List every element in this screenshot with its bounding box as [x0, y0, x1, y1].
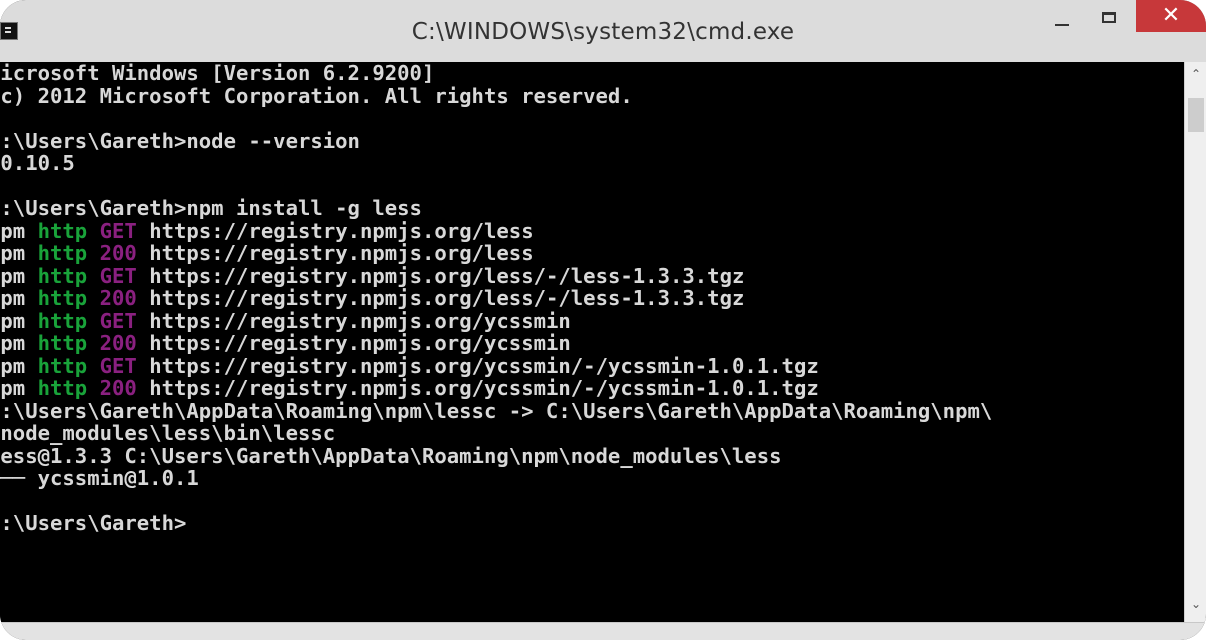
console-output[interactable]: Microsoft Windows [Version 6.2.9200] (c) …: [0, 62, 1184, 622]
http-tag: http: [37, 263, 88, 288]
request-url: https://registry.npmjs.org/ycssmin: [149, 331, 571, 355]
vertical-scrollbar[interactable]: ⌃ ⌄: [1184, 62, 1206, 622]
console-line: npm http GET https://registry.npmjs.org/…: [0, 355, 819, 377]
window-title: C:\WINDOWS\system32\cmd.exe: [411, 19, 795, 45]
scrollbar-thumb[interactable]: [1188, 98, 1204, 132]
chevron-up-icon[interactable]: ⌃: [1190, 68, 1202, 80]
npm-prefix: npm: [0, 376, 26, 400]
http-tag: http: [37, 376, 88, 400]
console-line: npm http 200 https://registry.npmjs.org/…: [0, 332, 571, 354]
http-tag: http: [37, 308, 88, 333]
request-url: https://registry.npmjs.org/ycssmin/-/ycs…: [149, 376, 819, 400]
http-verb: GET: [99, 308, 137, 333]
chevron-down-icon[interactable]: ⌄: [1190, 598, 1202, 610]
console-line: C:\Users\Gareth\AppData\Roaming\npm\less…: [0, 398, 993, 423]
http-verb: 200: [99, 331, 137, 355]
npm-prefix: npm: [0, 263, 26, 288]
console-line: Microsoft Windows [Version 6.2.9200]: [0, 62, 435, 85]
http-verb: GET: [99, 353, 137, 378]
http-tag: http: [37, 353, 88, 378]
request-url: https://registry.npmjs.org/less: [149, 241, 534, 265]
maximize-button[interactable]: [1088, 0, 1132, 32]
npm-prefix: npm: [0, 331, 26, 355]
request-url: https://registry.npmjs.org/ycssmin/-/ycs…: [149, 353, 819, 378]
http-tag: http: [37, 218, 88, 243]
npm-prefix: npm: [0, 353, 26, 378]
http-verb: 200: [99, 376, 137, 400]
console-line: C:\Users\Gareth>npm install -g less: [0, 196, 422, 220]
request-url: https://registry.npmjs.org/less: [149, 218, 534, 243]
console-line: C:\Users\Gareth>node --version: [0, 128, 360, 153]
http-tag: http: [37, 331, 88, 355]
title-bar[interactable]: C:\WINDOWS\system32\cmd.exe ✕: [0, 0, 1206, 63]
cmd-window: C:\WINDOWS\system32\cmd.exe ✕ Microsoft …: [0, 0, 1206, 640]
console-line: \node_modules\less\bin\lessc: [0, 421, 336, 445]
console-line: (c) 2012 Microsoft Corporation. All righ…: [0, 83, 633, 108]
console-line: npm http 200 https://registry.npmjs.org/…: [0, 242, 534, 264]
http-tag: http: [37, 286, 88, 310]
close-button[interactable]: ✕: [1136, 0, 1206, 32]
request-url: https://registry.npmjs.org/ycssmin: [149, 308, 571, 333]
console-line: less@1.3.3 C:\Users\Gareth\AppData\Roami…: [0, 443, 782, 468]
console-line: npm http GET https://registry.npmjs.org/…: [0, 265, 744, 287]
close-icon: ✕: [1161, 3, 1181, 28]
npm-prefix: npm: [0, 286, 26, 310]
console-line: └── ycssmin@1.0.1: [0, 466, 199, 490]
npm-prefix: npm: [0, 218, 26, 243]
console-line: npm http 200 https://registry.npmjs.org/…: [0, 287, 744, 309]
http-tag: http: [37, 241, 88, 265]
horizontal-scrollbar[interactable]: [0, 622, 1206, 640]
npm-prefix: npm: [0, 308, 26, 333]
request-url: https://registry.npmjs.org/less/-/less-1…: [149, 286, 745, 310]
console-line: npm http GET https://registry.npmjs.org/…: [0, 310, 571, 332]
request-url: https://registry.npmjs.org/less/-/less-1…: [149, 263, 745, 288]
console-line: v0.10.5: [0, 151, 75, 175]
minimize-button[interactable]: [1040, 0, 1084, 32]
http-verb: 200: [99, 286, 137, 310]
console-line: npm http GET https://registry.npmjs.org/…: [0, 220, 534, 242]
http-verb: GET: [99, 218, 137, 243]
http-verb: 200: [99, 241, 137, 265]
http-verb: GET: [99, 263, 137, 288]
console-line: npm http 200 https://registry.npmjs.org/…: [0, 377, 819, 399]
npm-prefix: npm: [0, 241, 26, 265]
console-line: C:\Users\Gareth>: [0, 511, 187, 535]
